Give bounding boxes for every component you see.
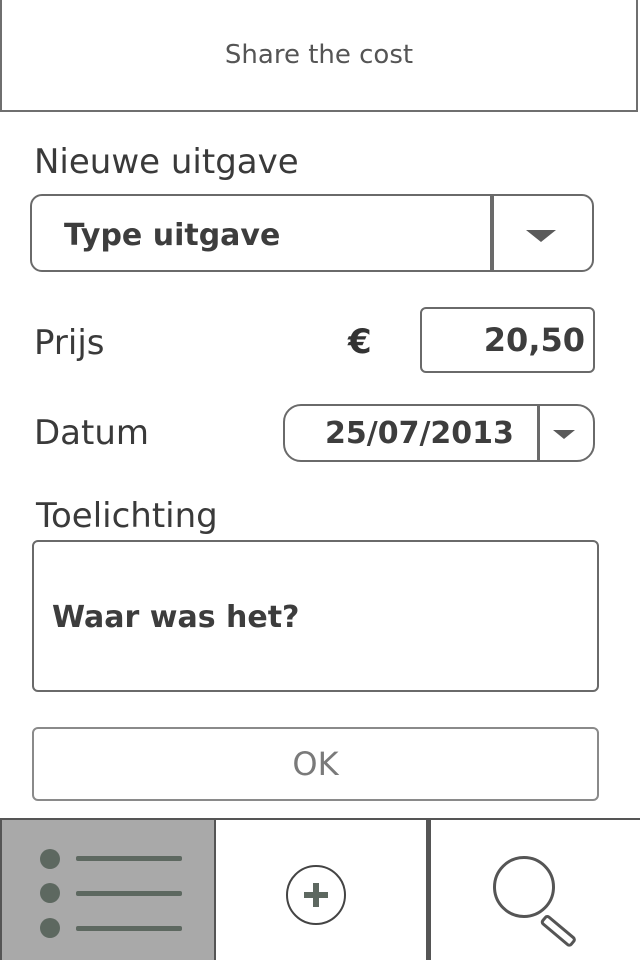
date-label: Datum (34, 413, 150, 453)
ok-button-label: OK (292, 745, 339, 783)
select-divider (490, 196, 494, 270)
ok-button[interactable]: OK (32, 727, 599, 801)
app-header: Share the cost (0, 0, 638, 112)
app-title: Share the cost (224, 40, 414, 70)
note-label: Toelichting (36, 496, 218, 536)
add-icon (286, 865, 346, 925)
note-placeholder: Waar was het? (52, 600, 300, 635)
price-value: 20,50 (483, 321, 585, 359)
date-value: 25/07/2013 (325, 416, 514, 451)
tab-add[interactable] (216, 818, 428, 960)
date-divider (537, 406, 540, 460)
price-label: Prijs (34, 323, 105, 363)
chevron-down-icon[interactable] (526, 230, 556, 242)
expense-type-select[interactable]: Type uitgave (30, 194, 594, 272)
expense-type-value: Type uitgave (64, 218, 281, 253)
price-input[interactable]: 20,50 (420, 307, 595, 373)
bottom-tabbar (0, 818, 640, 960)
currency-symbol: € (348, 322, 372, 362)
date-picker[interactable]: 25/07/2013 (283, 404, 595, 462)
tab-list[interactable] (0, 818, 216, 960)
note-textarea[interactable]: Waar was het? (32, 540, 599, 692)
chevron-down-icon[interactable] (553, 430, 575, 439)
form-heading: Nieuwe uitgave (34, 142, 299, 182)
tab-search[interactable] (428, 818, 640, 960)
